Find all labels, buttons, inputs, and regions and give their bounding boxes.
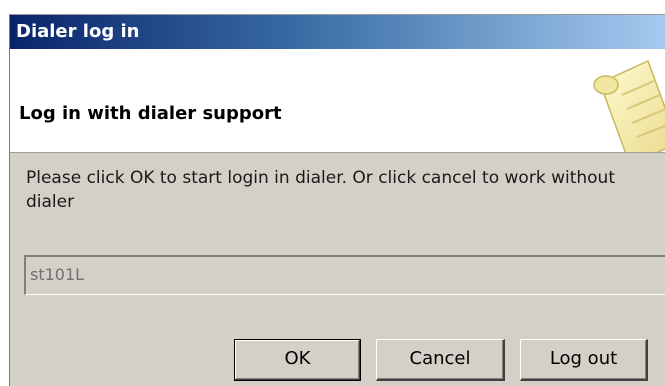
instruction-message: Please click OK to start login in dialer… bbox=[26, 168, 615, 212]
cancel-button[interactable]: Cancel bbox=[376, 339, 505, 381]
header-title: Log in with dialer support bbox=[19, 103, 282, 124]
scroll-icon bbox=[593, 59, 665, 152]
ok-button[interactable]: OK bbox=[234, 339, 361, 381]
login-id-field[interactable]: st101L bbox=[24, 255, 665, 295]
log-out-button[interactable]: Log out bbox=[520, 339, 648, 381]
dialog-header: Log in with dialer support bbox=[10, 49, 665, 153]
dialer-login-dialog: Dialer log in Log in with dialer support… bbox=[9, 14, 665, 386]
dialog-title: Dialer log in bbox=[16, 21, 140, 42]
dialog-title-bar[interactable]: Dialer log in bbox=[10, 15, 665, 49]
